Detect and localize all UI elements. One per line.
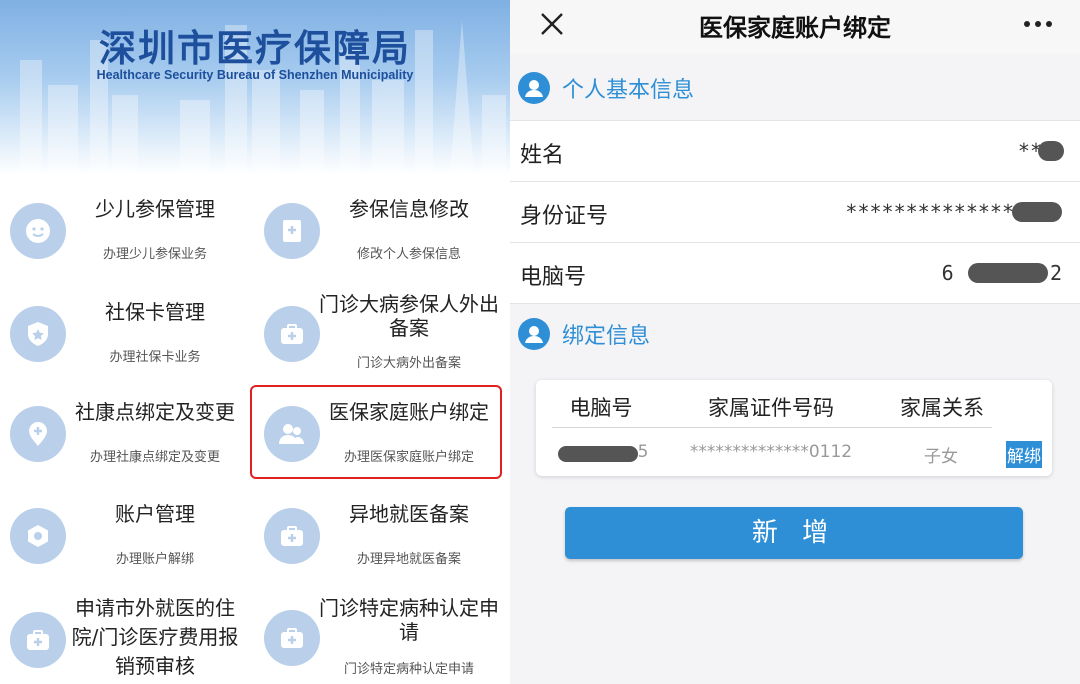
service-account-management[interactable]: 账户管理 办理账户解绑	[0, 490, 245, 580]
unbind-button[interactable]: 解绑	[1006, 441, 1042, 468]
service-desc: 办理少儿参保业务	[102, 247, 207, 262]
table-divider	[552, 427, 992, 428]
medkit-icon	[264, 306, 320, 362]
personal-info-section-header: 个人基本信息	[510, 60, 1080, 114]
field-value: **************	[845, 200, 1014, 224]
selected-service-highlight	[250, 385, 502, 479]
service-desc: 门诊特定病种认定申请	[343, 662, 474, 677]
service-external-reimbursement[interactable]: 申请市外就医的住院/门诊医疗费用报销预审核	[0, 590, 245, 684]
table-header-computer-no: 电脑号	[569, 396, 633, 420]
more-options-icon[interactable]	[1022, 14, 1054, 34]
medkit-icon	[10, 612, 66, 668]
service-menu-panel: 深圳市医疗保障局 Healthcare Security Bureau of S…	[0, 0, 510, 684]
service-social-card[interactable]: 社保卡管理 办理社保卡业务	[0, 288, 245, 378]
service-title: 申请市外就医的住院/门诊医疗费用报销预审核	[71, 596, 239, 678]
service-desc: 门诊大病外出备案	[356, 356, 461, 371]
table-cell-id-no: **************0112	[689, 442, 853, 462]
redaction-mask	[1038, 141, 1064, 161]
banner-subtitle: Healthcare Security Bureau of Shenzhen M…	[96, 68, 414, 82]
service-title: 异地就医备案	[349, 502, 469, 526]
section-title: 绑定信息	[562, 324, 651, 349]
service-desc: 办理社保卡业务	[109, 350, 201, 365]
table-cell-relation: 子女	[924, 447, 958, 467]
service-title: 参保信息修改	[349, 197, 469, 221]
redaction-mask	[968, 263, 1048, 283]
service-title: 社康点绑定及变更	[75, 400, 235, 424]
service-title: 门诊大病参保人外出备案	[319, 292, 499, 340]
table-header-relation: 家属关系	[900, 396, 984, 420]
location-plus-icon	[10, 406, 66, 462]
service-title: 社保卡管理	[105, 300, 205, 324]
service-title: 账户管理	[115, 502, 195, 526]
service-desc: 办理异地就医备案	[356, 552, 461, 567]
field-computer-number: 电脑号 6 2	[510, 242, 1080, 304]
banner-title: 深圳市医疗保障局	[99, 27, 411, 70]
page-title: 医保家庭账户绑定	[699, 14, 891, 42]
redaction-mask	[558, 446, 638, 462]
table-header-id-no: 家属证件号码	[708, 396, 834, 420]
service-title: 门诊特定病种认定申请	[319, 596, 499, 644]
field-id-number: 身份证号 **************	[510, 181, 1080, 242]
add-button[interactable]: 新 增	[565, 507, 1023, 559]
binding-table: 电脑号 家属证件号码 家属关系 5 **************0112 子女 …	[536, 380, 1052, 476]
service-special-disease-application[interactable]: 门诊特定病种认定申请 门诊特定病种认定申请	[254, 590, 499, 684]
service-info-modify[interactable]: 参保信息修改 修改个人参保信息	[254, 185, 499, 275]
binding-info-section-header: 绑定信息	[510, 306, 1080, 360]
redaction-mask	[1012, 202, 1062, 222]
service-desc: 办理账户解绑	[115, 552, 194, 567]
user-icon	[518, 318, 550, 350]
service-desc: 修改个人参保信息	[356, 247, 461, 262]
nav-bar: 医保家庭账户绑定	[510, 0, 1080, 54]
user-icon	[518, 72, 550, 104]
field-label: 身份证号	[520, 204, 609, 229]
shield-star-icon	[10, 306, 66, 362]
medical-doc-icon	[264, 203, 320, 259]
table-cell-computer-no: 5	[637, 442, 649, 462]
family-account-binding-page: 医保家庭账户绑定 个人基本信息 姓名 ** 身份证号 *************…	[510, 0, 1080, 684]
service-community-binding[interactable]: 社康点绑定及变更 办理社康点绑定及变更	[0, 388, 245, 478]
child-face-icon	[10, 203, 66, 259]
medkit-icon	[264, 508, 320, 564]
hexagon-nut-icon	[10, 508, 66, 564]
field-name: 姓名 **	[510, 120, 1080, 181]
header-banner: 深圳市医疗保障局 Healthcare Security Bureau of S…	[0, 0, 510, 175]
service-child-insurance[interactable]: 少儿参保管理 办理少儿参保业务	[0, 185, 245, 275]
section-title: 个人基本信息	[562, 78, 695, 103]
field-label: 姓名	[520, 143, 565, 168]
medkit-icon	[264, 610, 320, 666]
field-label: 电脑号	[520, 265, 587, 290]
service-title: 少儿参保管理	[95, 197, 215, 221]
service-remote-medical-filing[interactable]: 异地就医备案 办理异地就医备案	[254, 490, 499, 580]
service-outpatient-filing[interactable]: 门诊大病参保人外出备案 门诊大病外出备案	[254, 288, 499, 378]
service-desc: 办理社康点绑定及变更	[89, 450, 220, 465]
